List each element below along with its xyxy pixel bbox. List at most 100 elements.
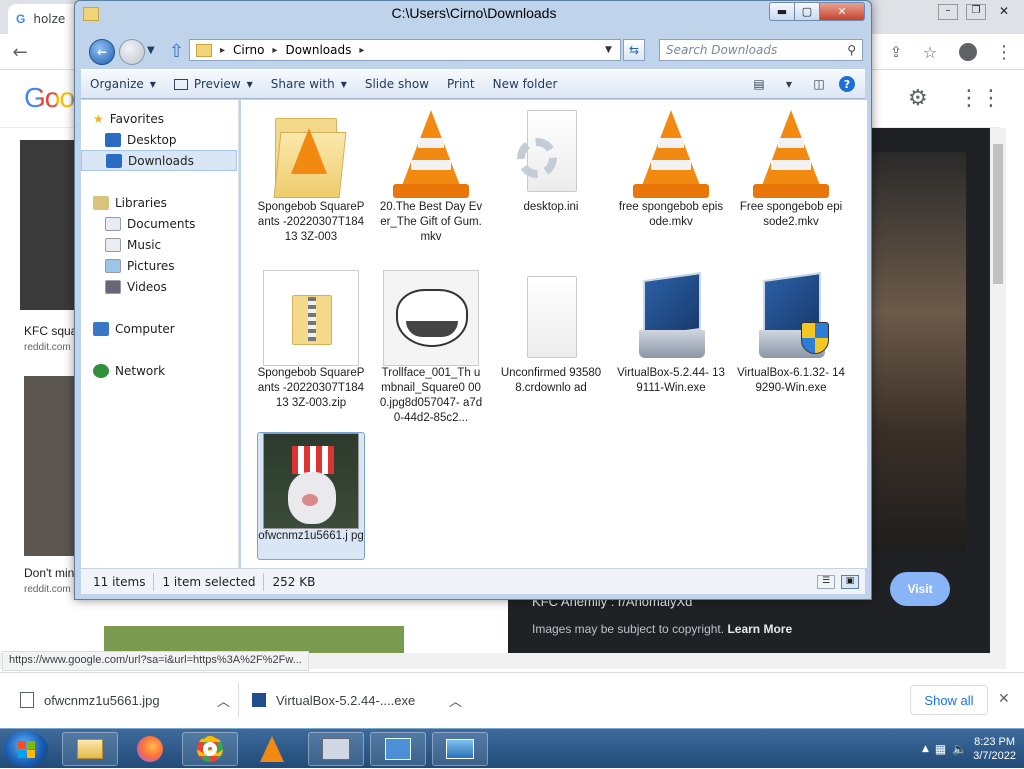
breadcrumb-separator-icon[interactable]: ▸ (359, 45, 364, 56)
visit-button[interactable]: Visit (890, 572, 950, 606)
nav-label: Libraries (115, 195, 167, 210)
uac-shield-icon (801, 322, 829, 354)
nav-desktop[interactable]: Desktop (105, 129, 237, 150)
back-button[interactable]: ← (6, 38, 34, 66)
minimize-button[interactable]: ▬ (769, 2, 795, 21)
volume-icon[interactable]: 🔈 (952, 742, 967, 756)
maximize-button[interactable]: ▢ (794, 2, 820, 21)
close-shelf-icon[interactable]: ✕ (998, 691, 1010, 707)
vlc-file-icon (623, 104, 719, 200)
chevron-up-icon[interactable]: ︿ (217, 691, 230, 710)
nav-pictures[interactable]: Pictures (105, 255, 237, 276)
profile-button[interactable] (954, 38, 982, 66)
large-icons-view-icon[interactable]: ▣ (841, 574, 859, 589)
virtualbox-installer-icon (623, 270, 719, 366)
zip-folder-icon (263, 270, 359, 366)
task-manager-icon (322, 738, 350, 760)
vertical-scroll-thumb[interactable] (993, 144, 1003, 284)
organize-button[interactable]: Organize ▼ (81, 69, 165, 99)
download-item[interactable]: ofwcnmz1u5661.jpg ︿ (20, 683, 230, 717)
taskbar-task-manager[interactable] (308, 732, 364, 766)
start-button[interactable] (4, 731, 48, 767)
download-shelf: ofwcnmz1u5661.jpg ︿ VirtualBox-5.2.44-..… (0, 672, 1024, 727)
share-button[interactable]: ⇪ (882, 38, 910, 66)
nav-favorites[interactable]: ★ Favorites (93, 108, 249, 129)
clock[interactable]: 8:23 PM 3/7/2022 (973, 735, 1016, 763)
nav-network[interactable]: Network (93, 360, 249, 381)
refresh-button[interactable]: ⇆ (623, 39, 645, 61)
blank-file-icon (503, 270, 599, 366)
nav-music[interactable]: Music (105, 234, 237, 255)
breadcrumb-separator-icon[interactable]: ▸ (220, 45, 225, 56)
show-hidden-icons-icon[interactable]: ▲ (922, 744, 929, 754)
file-item[interactable]: Free spongebob episode2.mkv (737, 104, 845, 230)
view-dropdown-icon[interactable]: ▼ (779, 75, 799, 93)
taskbar-photo-viewer[interactable] (432, 732, 488, 766)
nav-documents[interactable]: Documents (105, 213, 237, 234)
show-all-button[interactable]: Show all (910, 685, 988, 715)
file-item[interactable]: Spongebob SquarePants -20220307T18413 3Z… (257, 104, 365, 245)
taskbar-control-panel[interactable] (370, 732, 426, 766)
address-dropdown-icon[interactable]: ▼ (605, 45, 612, 55)
taskbar-explorer[interactable] (62, 732, 118, 766)
apps-grid-icon[interactable]: ⋮⋮ (958, 86, 1002, 111)
bookmark-button[interactable]: ☆ (916, 38, 944, 66)
file-item[interactable]: Unconfirmed 935808.crdownlo ad (497, 270, 605, 396)
nav-computer[interactable]: Computer (93, 318, 249, 339)
result-thumbnail[interactable] (104, 626, 404, 653)
chevron-up-icon[interactable]: ︿ (449, 691, 462, 710)
file-item-selected[interactable]: ofwcnmz1u5661.j pg (257, 432, 365, 560)
breadcrumb-cirno[interactable]: Cirno (233, 43, 264, 57)
result-title[interactable]: KFC squa (24, 324, 77, 338)
file-item[interactable]: free spongebob episode.mkv (617, 104, 725, 230)
address-bar[interactable]: ▸ Cirno ▸ Downloads ▸ (189, 39, 621, 61)
dropdown-arrow-icon: ▼ (149, 79, 156, 89)
file-item[interactable]: Trollface_001_Th umbnail_Square0 000.jpg… (377, 270, 485, 426)
file-item[interactable]: 20.The Best Day Ever_The Gift of Gum.mkv (377, 104, 485, 245)
file-item[interactable]: VirtualBox-5.2.44- 139111-Win.exe (617, 270, 725, 396)
file-item[interactable]: Spongebob SquarePants -20220307T18413 3Z… (257, 270, 365, 411)
print-button[interactable]: Print (438, 69, 484, 99)
taskbar-firefox[interactable] (122, 732, 178, 766)
browser-minimize-button[interactable]: – (938, 4, 958, 20)
star-icon: ☆ (922, 42, 938, 62)
slide-show-button[interactable]: Slide show (356, 69, 438, 99)
back-button[interactable]: ← (89, 39, 115, 65)
nav-downloads[interactable]: Downloads (81, 150, 237, 171)
breadcrumb-downloads[interactable]: Downloads (285, 43, 351, 57)
up-folder-icon[interactable]: ⇧ (169, 41, 184, 62)
download-item[interactable]: VirtualBox-5.2.44-....exe ︿ (252, 683, 462, 717)
chrome-menu-button[interactable]: ⋮ (990, 38, 1018, 66)
preview-image[interactable] (868, 152, 966, 552)
learn-more-link[interactable]: Learn More (727, 622, 792, 636)
pictures-icon (105, 258, 121, 273)
recent-pages-dropdown[interactable]: ▼ (147, 45, 155, 56)
forward-button[interactable] (119, 39, 145, 65)
close-button[interactable]: ✕ (819, 2, 865, 21)
result-title[interactable]: Don't min (24, 566, 74, 580)
new-folder-button[interactable]: New folder (484, 69, 567, 99)
file-list: Spongebob SquarePants -20220307T18413 3Z… (241, 100, 867, 568)
browser-maximize-button[interactable]: ❐ (966, 4, 986, 20)
result-thumbnail[interactable] (20, 140, 75, 310)
nav-videos[interactable]: Videos (105, 276, 237, 297)
preview-pane-icon[interactable]: ◫ (809, 75, 829, 93)
change-view-icon[interactable]: ▤ (749, 75, 769, 93)
details-view-icon[interactable]: ☰ (817, 574, 835, 589)
system-tray: ▲ ▦ 🔈 8:23 PM 3/7/2022 (900, 729, 1024, 769)
result-thumbnail[interactable] (24, 376, 76, 556)
file-item[interactable]: VirtualBox-6.1.32- 149290-Win.exe (737, 270, 845, 396)
taskbar-vlc[interactable] (244, 732, 300, 766)
settings-gear-icon[interactable]: ⚙ (908, 86, 928, 111)
network-icon[interactable]: ▦ (935, 742, 946, 756)
nav-libraries[interactable]: Libraries (93, 192, 249, 213)
breadcrumb-separator-icon[interactable]: ▸ (272, 45, 277, 56)
file-item[interactable]: desktop.ini (497, 104, 605, 215)
browser-tab-label: holze (33, 12, 66, 26)
preview-button[interactable]: Preview ▼ (165, 69, 262, 99)
search-input[interactable]: Search Downloads ⚲ (659, 39, 863, 61)
help-icon[interactable]: ? (839, 76, 855, 92)
taskbar-chrome[interactable] (182, 732, 238, 766)
browser-close-button[interactable]: ✕ (994, 4, 1014, 20)
share-with-button[interactable]: Share with ▼ (262, 69, 356, 99)
